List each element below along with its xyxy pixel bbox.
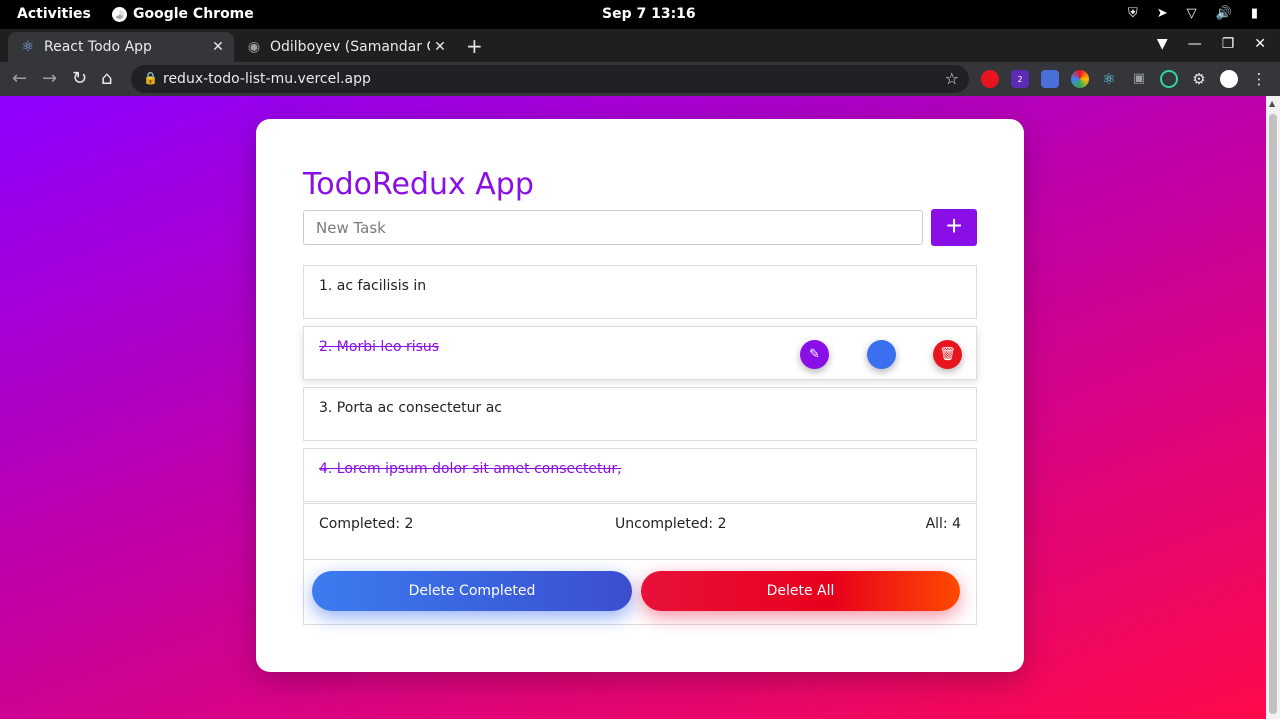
- bookmark-star-icon[interactable]: ☆: [945, 69, 959, 88]
- reload-icon[interactable]: ↻: [72, 68, 87, 89]
- profile-avatar[interactable]: [1220, 70, 1238, 88]
- todo-text: 2. Morbi leo risus: [319, 339, 440, 355]
- home-icon[interactable]: ⌂: [101, 68, 112, 89]
- todo-card: TodoRedux App + 1. ac facilisis in 2. Mo…: [256, 119, 1024, 672]
- new-task-input[interactable]: [303, 210, 923, 245]
- new-tab-button[interactable]: +: [466, 34, 483, 58]
- clock[interactable]: Sep 7 13:16: [602, 6, 696, 22]
- completed-count: Completed: 2: [319, 516, 414, 532]
- maximize-icon[interactable]: ❐: [1222, 36, 1235, 52]
- github-icon: ◉: [247, 39, 261, 55]
- todo-list: 1. ac facilisis in 2. Morbi leo risus ✎ …: [303, 265, 977, 509]
- extension-adblock-icon[interactable]: [981, 70, 999, 88]
- todo-actions: ✎ 🗑: [800, 340, 962, 370]
- react-icon: ⚛: [21, 39, 35, 55]
- scrollbar-thumb[interactable]: [1269, 114, 1277, 714]
- delete-completed-button[interactable]: Delete Completed: [312, 571, 632, 611]
- system-top-bar: Activities Google Chrome Sep 7 13:16 ⛨ ➤…: [0, 0, 1280, 29]
- tab-strip: ⚛ React Todo App ✕ ◉ Odilboyev (Samandar…: [0, 29, 1280, 62]
- extension-icon[interactable]: 2: [1011, 70, 1029, 88]
- react-devtools-icon[interactable]: ⚛: [1100, 70, 1118, 88]
- todo-item[interactable]: 4. Lorem ipsum dolor sit amet consectetu…: [303, 448, 977, 502]
- browser-toolbar: ← → ↻ ⌂ 🔒 redux-todo-list-mu.vercel.app …: [0, 62, 1280, 96]
- chrome-icon: [112, 6, 127, 22]
- scroll-up-icon[interactable]: ▲: [1269, 99, 1275, 108]
- app-title: TodoRedux App: [303, 167, 534, 202]
- tab-search-icon[interactable]: ▼: [1157, 36, 1168, 52]
- extensions-puzzle-icon[interactable]: ⚙: [1190, 70, 1208, 88]
- tab-title: Odilboyev (Samandar Od: [270, 39, 430, 55]
- todo-item[interactable]: 1. ac facilisis in: [303, 265, 977, 319]
- lock-icon[interactable]: 🔒: [143, 71, 158, 85]
- volume-icon[interactable]: 🔊: [1216, 6, 1232, 21]
- todo-item[interactable]: 3. Porta ac consectetur ac: [303, 387, 977, 441]
- extension-target-icon[interactable]: [1160, 70, 1178, 88]
- bulk-actions: Delete Completed Delete All: [303, 559, 977, 625]
- extension-badge: 2: [1017, 75, 1023, 84]
- back-icon[interactable]: ←: [12, 68, 27, 89]
- todo-text: 4. Lorem ipsum dolor sit amet consectetu…: [319, 461, 622, 477]
- extension-translate-icon[interactable]: [1041, 70, 1059, 88]
- telegram-icon[interactable]: ➤: [1157, 6, 1168, 21]
- close-window-icon[interactable]: ✕: [1254, 36, 1266, 52]
- address-bar[interactable]: 🔒 redux-todo-list-mu.vercel.app ☆: [131, 65, 969, 93]
- app-menu[interactable]: Google Chrome: [112, 6, 254, 22]
- close-tab-icon[interactable]: ✕: [208, 39, 228, 55]
- page-viewport: TodoRedux App + 1. ac facilisis in 2. Mo…: [0, 96, 1266, 719]
- all-count: All: 4: [925, 516, 961, 532]
- menu-kebab-icon[interactable]: ⋮: [1250, 70, 1268, 88]
- tab-react-todo-app[interactable]: ⚛ React Todo App ✕: [8, 32, 234, 62]
- extension-color-icon[interactable]: [1071, 70, 1089, 88]
- todo-stats: Completed: 2 Uncompleted: 2 All: 4: [303, 503, 977, 560]
- battery-icon[interactable]: ▮: [1251, 6, 1258, 21]
- edit-icon[interactable]: ✎: [800, 340, 829, 369]
- system-tray[interactable]: ⛨ ➤ ▽ 🔊 ▮: [1128, 6, 1258, 21]
- extension-doc-icon[interactable]: ▣: [1130, 70, 1148, 88]
- trash-icon[interactable]: 🗑: [933, 340, 962, 369]
- add-task-button[interactable]: +: [931, 209, 977, 246]
- close-tab-icon[interactable]: ✕: [430, 39, 450, 55]
- shield-icon[interactable]: ⛨: [1128, 6, 1138, 21]
- activities-button[interactable]: Activities: [17, 6, 91, 22]
- url-text[interactable]: redux-todo-list-mu.vercel.app: [163, 71, 371, 87]
- uncompleted-count: Uncompleted: 2: [615, 516, 727, 532]
- minimize-icon[interactable]: —: [1188, 36, 1202, 52]
- tab-title: React Todo App: [44, 39, 152, 55]
- wifi-icon[interactable]: ▽: [1187, 6, 1197, 21]
- window-controls: ▼ — ❐ ✕: [1157, 36, 1266, 52]
- page-scrollbar[interactable]: ▲: [1266, 96, 1280, 719]
- todo-text: 3. Porta ac consectetur ac: [319, 400, 503, 416]
- toggle-complete-button[interactable]: [867, 340, 896, 369]
- forward-icon[interactable]: →: [42, 68, 57, 89]
- app-name: Google Chrome: [133, 6, 254, 22]
- todo-text: 1. ac facilisis in: [319, 278, 427, 294]
- todo-item[interactable]: 2. Morbi leo risus ✎ 🗑: [303, 326, 977, 380]
- delete-all-button[interactable]: Delete All: [641, 571, 960, 611]
- tab-github[interactable]: ◉ Odilboyev (Samandar Od ✕: [234, 32, 456, 62]
